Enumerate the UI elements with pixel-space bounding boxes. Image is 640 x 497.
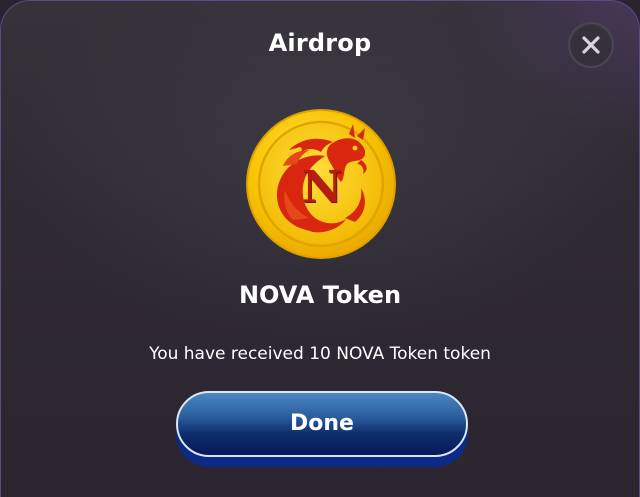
dialog-title: Airdrop: [268, 29, 372, 57]
done-button[interactable]: Done: [176, 391, 468, 457]
airdrop-dialog: Airdrop N N NOVA Token You have received…: [0, 0, 640, 497]
svg-text:N: N: [302, 162, 342, 213]
close-button[interactable]: [568, 22, 614, 68]
airdrop-message: You have received 10 NOVA Token token: [149, 344, 491, 364]
nova-dragon-coin-icon: N N: [246, 109, 396, 259]
done-button-container: Done: [176, 391, 468, 469]
close-icon: [582, 36, 600, 54]
token-name: NOVA Token: [238, 281, 402, 309]
